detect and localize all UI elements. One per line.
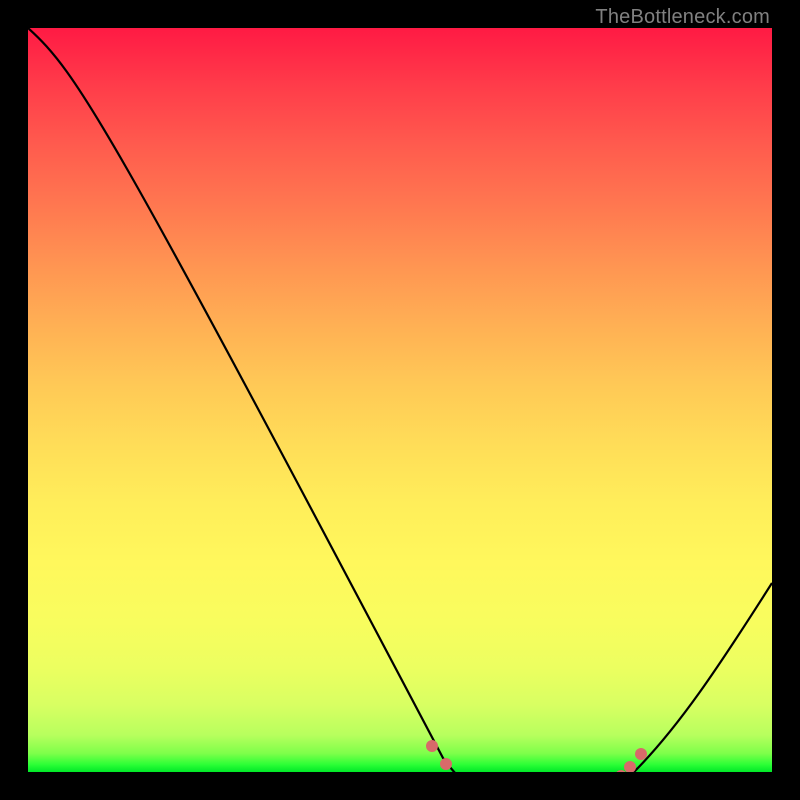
bottleneck-curve-chart (28, 28, 772, 772)
bottom-markers-group (426, 740, 647, 772)
curve-marker (635, 748, 647, 760)
curve-marker (426, 740, 438, 752)
bottleneck-curve (28, 28, 772, 772)
watermark-text: TheBottleneck.com (595, 6, 770, 29)
curve-marker (440, 758, 452, 770)
chart-area (28, 28, 772, 772)
curve-marker (624, 761, 636, 772)
